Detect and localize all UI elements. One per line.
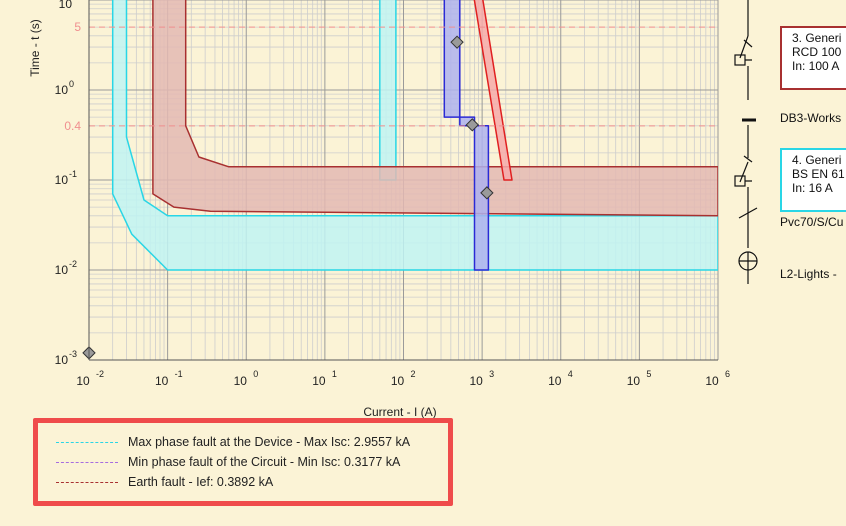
y-tick-label: 10 <box>55 173 69 187</box>
y-tick-exponent: -3 <box>69 349 77 359</box>
schematic <box>734 0 758 284</box>
x-tick-label: 10 <box>234 374 248 388</box>
y-tick-label: 10 <box>55 263 69 277</box>
y-tick-labels: 10 -310 -210 -110 010 <box>55 0 77 367</box>
feeder-line-3 <box>745 59 752 100</box>
x-tick-exponent: -1 <box>175 369 183 379</box>
y-tick-label: 10 <box>55 353 69 367</box>
x-tick-exponent: 0 <box>253 369 258 379</box>
x-tick-label: 10 <box>548 374 562 388</box>
device-4-type: BS EN 61 <box>792 167 845 181</box>
x-tick-exponent: 6 <box>725 369 730 379</box>
device-4-box[interactable]: 4. Generi BS EN 61 In: 16 A <box>780 148 846 212</box>
device-3-name: 3. Generi <box>792 31 842 45</box>
legend-item-min-phase: Min phase fault of the Circuit - Min Isc… <box>56 453 400 471</box>
x-axis-label: Current - I (A) <box>363 405 436 419</box>
device-3-type: RCD 100 <box>792 45 842 59</box>
y-tick-label: 10 <box>59 0 73 11</box>
device-3-rating: In: 100 A <box>792 59 840 73</box>
y-tick-exponent: -1 <box>69 169 77 179</box>
x-tick-exponent: 1 <box>332 369 337 379</box>
x-tick-label: 10 <box>391 374 405 388</box>
x-tick-exponent: -2 <box>96 369 104 379</box>
legend-label-max-phase: Max phase fault at the Device - Max Isc:… <box>128 435 411 449</box>
y-tick-label: 10 <box>55 83 69 97</box>
y-axis-label: Time - t (s) <box>28 19 42 77</box>
x-tick-labels: 10 -2 10 -1 10 0 10 1 10 2 10 3 10 4 10 5 10 6 <box>76 369 730 388</box>
y-tick-exponent: 0 <box>69 79 74 89</box>
reference-line-label: 5 <box>74 20 81 34</box>
x-tick-label: 10 <box>705 374 719 388</box>
reference-line-label: 0.4 <box>64 119 81 133</box>
legend-label-earth-fault: Earth fault - Ief: 0.3892 kA <box>128 475 274 489</box>
x-tick-label: 10 <box>312 374 326 388</box>
legend-item-max-phase: Max phase fault at the Device - Max Isc:… <box>56 433 410 451</box>
y-tick-exponent: -2 <box>69 259 77 269</box>
device-4-rating: In: 16 A <box>792 181 833 195</box>
x-tick-label: 10 <box>627 374 641 388</box>
cable-label: Pvc70/S/Cu <box>780 215 844 229</box>
x-tick-label: 10 <box>155 374 169 388</box>
x-tick-exponent: 4 <box>568 369 573 379</box>
x-tick-label: 10 <box>76 374 90 388</box>
x-tick-exponent: 2 <box>411 369 416 379</box>
device-3-box[interactable]: 3. Generi RCD 100 In: 100 A <box>780 26 846 90</box>
db-label: DB3-Works <box>780 111 842 125</box>
device-4-name: 4. Generi <box>792 153 842 167</box>
legend-label-min-phase: Min phase fault of the Circuit - Min Isc… <box>128 455 401 469</box>
switch-contact-4 <box>739 161 749 183</box>
legend-swatch-max-phase <box>56 441 118 443</box>
legend-item-earth-fault: Earth fault - Ief: 0.3892 kA <box>56 473 273 491</box>
band-earth-band <box>152 0 718 217</box>
x-tick-exponent: 5 <box>646 369 651 379</box>
x-tick-label: 10 <box>469 374 483 388</box>
legend-swatch-min-phase <box>56 461 118 463</box>
legend-swatch-earth-fault <box>56 481 118 483</box>
x-tick-exponent: 3 <box>489 369 494 379</box>
legend-box: Max phase fault at the Device - Max Isc:… <box>33 418 453 506</box>
circuit-label: L2-Lights - <box>780 267 837 281</box>
